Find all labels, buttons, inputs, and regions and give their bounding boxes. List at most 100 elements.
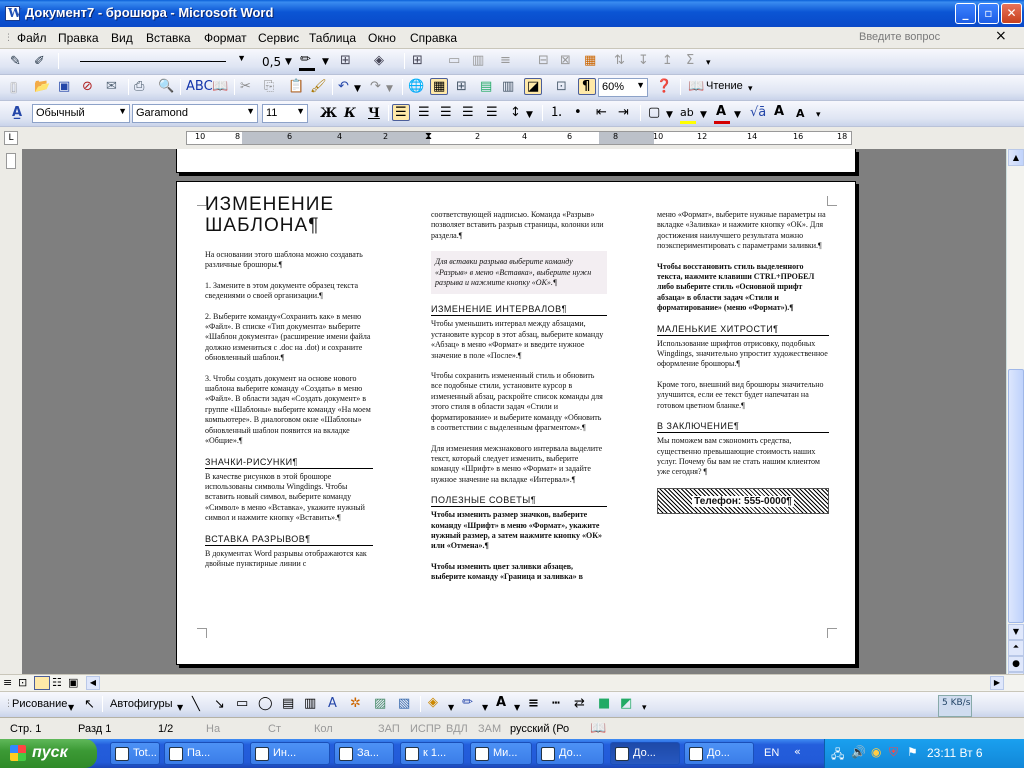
select-objects-icon[interactable]: ↖: [84, 697, 95, 713]
line-spacing-icon[interactable]: ↕: [510, 105, 521, 121]
line-style-icon[interactable]: ≡: [528, 696, 539, 712]
undo-icon[interactable]: ↶: [338, 79, 349, 95]
drawing-menu-arrow-icon[interactable]: ▼: [68, 700, 74, 716]
taskbar-item[interactable]: Ми...: [470, 742, 532, 765]
line-weight-select[interactable]: 0,5: [262, 54, 281, 70]
outside-border-arrow-icon[interactable]: ▼: [666, 107, 673, 123]
drawing-menu[interactable]: Рисование: [12, 698, 67, 710]
horizontal-scroll-track[interactable]: [100, 676, 990, 690]
textbox-tool-icon[interactable]: ▤: [282, 696, 294, 712]
browse-object-button[interactable]: ●: [1008, 656, 1024, 672]
formatting-options-icon[interactable]: ▾: [816, 107, 821, 123]
start-button[interactable]: пуск: [0, 739, 97, 768]
phonetic-guide-icon[interactable]: √ā: [750, 105, 766, 121]
line-color-arrow-icon[interactable]: ▼: [482, 700, 488, 716]
align-left-toggle[interactable]: ☰: [392, 104, 410, 121]
zoom-select[interactable]: 60% ▼: [598, 78, 648, 97]
fill-color-arrow-icon[interactable]: ▼: [448, 700, 454, 716]
minimize-button[interactable]: _: [955, 3, 976, 24]
eraser-icon[interactable]: ✐: [34, 54, 45, 70]
permission-icon[interactable]: ⊘: [82, 79, 93, 95]
insert-table-icon-2[interactable]: ⊞: [456, 79, 467, 95]
menu-tools[interactable]: Сервис: [258, 31, 299, 45]
show-hide-marks-toggle[interactable]: ¶: [578, 78, 596, 95]
font-color-draw-arrow-icon[interactable]: ▼: [514, 700, 520, 716]
drawing-toggle[interactable]: ◪: [524, 78, 542, 95]
draw-table-icon[interactable]: ✎: [10, 54, 21, 70]
menu-table[interactable]: Таблица: [309, 31, 356, 45]
taskbar-item[interactable]: Tot...: [110, 742, 160, 765]
open-icon[interactable]: 📂: [34, 79, 50, 95]
print-layout-view-button[interactable]: [34, 676, 50, 690]
standard-toolbar-options-icon[interactable]: ▾: [748, 81, 753, 97]
save-icon[interactable]: ▣: [58, 79, 70, 95]
close-button[interactable]: ✕: [1001, 3, 1022, 24]
3d-style-icon[interactable]: ◩: [620, 696, 632, 712]
scroll-up-button[interactable]: ▲: [1008, 149, 1024, 166]
line-weight-arrow-icon[interactable]: ▼: [285, 54, 292, 70]
line-style-select[interactable]: ▼: [66, 52, 248, 71]
numbering-icon[interactable]: ⒈: [550, 105, 563, 121]
tables-borders-toggle[interactable]: ▦: [430, 78, 448, 95]
oval-tool-icon[interactable]: ◯: [258, 696, 273, 712]
rectangle-tool-icon[interactable]: ▭: [236, 696, 248, 712]
scroll-down-button[interactable]: ▼: [1008, 624, 1024, 640]
menu-file[interactable]: Файл: [17, 31, 47, 45]
volume-icon[interactable]: 🔊: [851, 745, 866, 759]
insert-excel-icon[interactable]: ▤: [480, 79, 492, 95]
research-icon[interactable]: 📖: [212, 79, 228, 95]
insert-picture-icon[interactable]: ▧: [398, 696, 410, 712]
status-extend[interactable]: ВДЛ: [446, 723, 468, 735]
help-icon[interactable]: ❓: [656, 79, 672, 95]
font-color-arrow-icon[interactable]: ▼: [734, 107, 741, 123]
taskbar-item[interactable]: За...: [334, 742, 394, 765]
border-color-arrow-icon[interactable]: ▼: [322, 54, 329, 70]
menu-format[interactable]: Формат: [204, 31, 247, 45]
reading-view-icon[interactable]: ▣: [68, 675, 78, 691]
clock[interactable]: 23:11 Вт 6: [927, 746, 983, 760]
hyperlink-icon[interactable]: 🌐: [408, 79, 424, 95]
line-color-icon[interactable]: ✏: [462, 695, 473, 711]
highlight-arrow-icon[interactable]: ▼: [700, 107, 707, 123]
print-preview-icon[interactable]: 🔍: [158, 79, 174, 95]
tab-selector[interactable]: L: [4, 131, 18, 145]
columns-icon[interactable]: ▥: [502, 79, 514, 95]
tray-app-icon[interactable]: ◉: [871, 745, 881, 759]
close-document-button[interactable]: ×: [995, 28, 1007, 44]
outside-border-icon[interactable]: ▢: [648, 105, 660, 121]
reading-mode-button[interactable]: Чтение: [706, 80, 743, 92]
line-spacing-arrow-icon[interactable]: ▼: [526, 107, 533, 123]
menu-edit[interactable]: Правка: [58, 31, 99, 45]
taskbar-item[interactable]: До...: [684, 742, 754, 765]
shrink-font-icon[interactable]: A: [796, 106, 805, 122]
antivirus-icon[interactable]: ⛨: [889, 745, 898, 760]
menu-window[interactable]: Окно: [368, 31, 396, 45]
horizontal-ruler[interactable]: 10 8 6 4 2 2 4 6 8 10 12 14 16 18: [186, 131, 852, 145]
vertical-scrollbar[interactable]: ▲ ▼ ⏶ ● ⏷: [1006, 149, 1024, 689]
wordart-icon[interactable]: A: [328, 696, 337, 712]
font-color-draw-icon[interactable]: A: [496, 695, 506, 711]
clip-art-icon[interactable]: ▨: [374, 696, 386, 712]
help-search-box[interactable]: Введите вопрос: [859, 31, 940, 43]
scroll-right-button[interactable]: ▶: [990, 676, 1004, 690]
status-overtype[interactable]: ЗАМ: [478, 723, 501, 735]
font-color-icon[interactable]: A: [716, 104, 726, 120]
status-record[interactable]: ЗАП: [378, 723, 400, 735]
autoshapes-menu[interactable]: Автофигуры: [110, 698, 173, 710]
outline-view-icon[interactable]: ☷: [52, 675, 62, 691]
align-center-icon[interactable]: ☰: [418, 105, 430, 121]
print-icon[interactable]: ⎙: [134, 79, 144, 95]
taskbar-item[interactable]: Ин...: [250, 742, 330, 765]
font-select[interactable]: Garamond ▼: [132, 104, 258, 123]
shading-color-icon[interactable]: ◈: [374, 53, 384, 69]
border-color-icon[interactable]: ✏: [300, 52, 311, 68]
status-track-changes[interactable]: ИСПР: [410, 723, 441, 735]
restore-button[interactable]: ▫: [978, 3, 999, 24]
language-indicator[interactable]: EN: [764, 747, 779, 759]
new-document-icon[interactable]: ▯: [10, 80, 17, 96]
taskbar-item-active[interactable]: До...: [610, 742, 680, 765]
email-icon[interactable]: ✉: [106, 79, 117, 95]
distributed-icon[interactable]: ☰: [486, 105, 498, 121]
word-app-icon[interactable]: W: [5, 6, 21, 21]
format-painter-icon[interactable]: 🖌: [310, 79, 327, 95]
